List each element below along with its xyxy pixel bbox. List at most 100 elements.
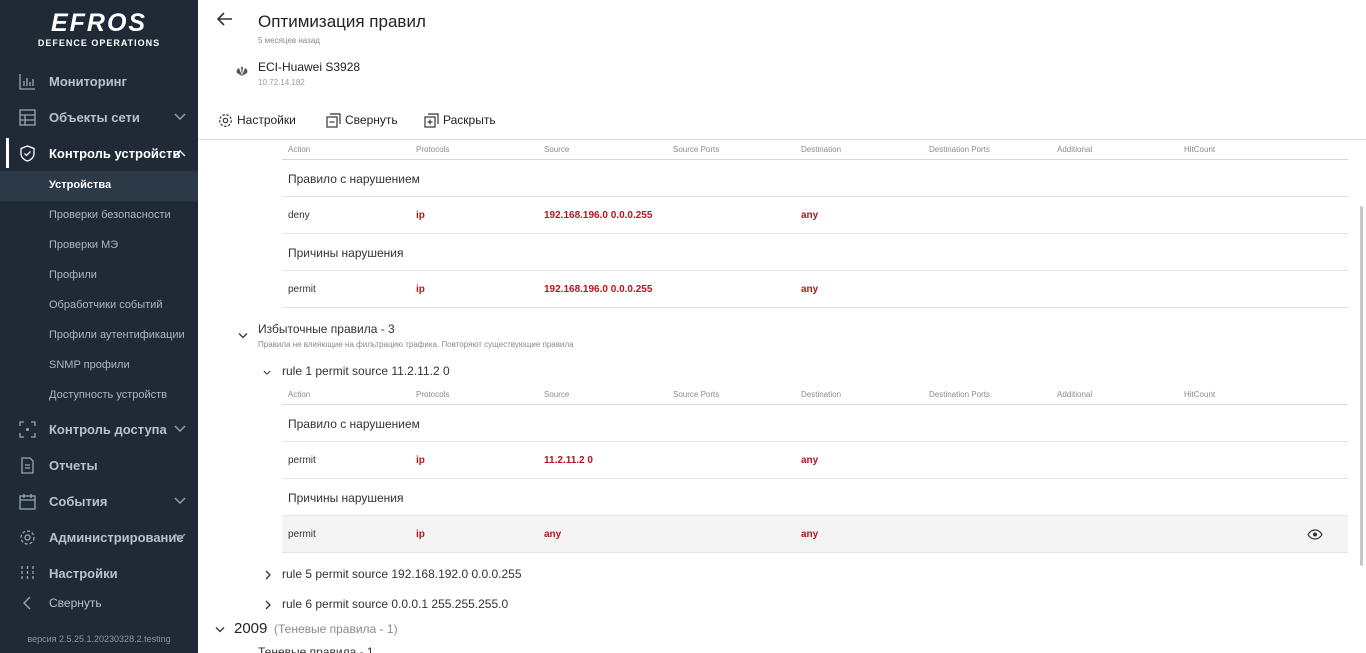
sub-item-auth-profiles[interactable]: Профили аутентификации [0,321,198,351]
cell-destination: any [801,210,819,221]
sub-item-snmp-profiles[interactable]: SNMP профили [0,351,198,381]
device-name: ECI-Huawei S3928 [258,60,361,74]
chevron-left-icon [23,596,31,610]
settings-button[interactable]: Настройки [218,110,296,130]
nav-network-objects[interactable]: Объекты сети [0,102,198,132]
sub-item-device-availability[interactable]: Доступность устройств [0,381,198,411]
device-ip: 10.72.14.182 [258,78,305,87]
table-row[interactable]: permit ip 192.168.196.0 0.0.0.255 any [282,271,1348,308]
logo-main: EFROS [50,9,148,37]
shadow-group-title[interactable]: Теневые правила - 1 [258,645,374,653]
chevron-down-icon [174,113,186,120]
col-action: Action [288,145,311,154]
chevron-down-icon[interactable] [263,368,271,378]
nav-device-control[interactable]: Контроль устройств [0,138,198,168]
year-group-note: (Теневые правила - 1) [274,622,398,636]
sidebar-collapse-button[interactable]: Свернуть [0,592,198,614]
section-reasons-label: Причины нарушения [288,491,404,505]
nav-settings[interactable]: Настройки [0,558,198,588]
logo-sub: DEFENCE OPERATIONS [37,38,161,48]
col-source: Source [544,390,570,399]
access-control-icon [19,421,36,438]
sub-item-label: Доступность устройств [49,389,168,401]
col-additional: Additional [1057,145,1093,154]
calendar-icon [19,494,36,510]
collapse-all-button[interactable]: Свернуть [326,110,398,130]
cell-source: 11.2.11.2 0 [544,455,593,466]
table-row-hovered[interactable]: permit ip any any [282,516,1348,553]
chevron-down-icon[interactable] [215,626,225,634]
col-hitcount: HitCount [1184,145,1216,154]
section-violation-row: Правило с нарушением [282,405,1348,442]
expand-all-button[interactable]: Раскрыть [424,110,496,130]
table-header: Action Protocols Source Source Ports Des… [282,142,1348,160]
nav-label: Администрирование [49,529,184,545]
sub-item-security-checks[interactable]: Проверки безопасности [0,201,198,231]
section-violation-row: Правило с нарушением [282,160,1348,197]
report-icon [21,457,34,474]
sub-item-label: Устройства [49,179,112,191]
sub-item-event-handlers[interactable]: Обработчики событий [0,291,198,321]
section-reasons-row: Причины нарушения [282,234,1348,271]
col-protocols: Protocols [416,145,450,154]
col-destination: Destination [801,145,842,154]
rule-6-title[interactable]: rule 6 permit source 0.0.0.1 255.255.255… [282,597,508,611]
sliders-icon [21,566,34,581]
chevron-right-icon[interactable] [264,570,272,580]
chevron-down-icon[interactable] [238,332,248,340]
col-source-ports: Source Ports [673,390,720,399]
chevron-up-icon [174,150,186,157]
sidebar: EFROS DEFENCE OPERATIONS Мониторинг Объе… [0,0,198,653]
cell-destination: any [801,529,819,540]
collapse-all-icon [326,112,341,128]
content-scrollbar[interactable] [1360,206,1363,566]
expand-all-label: Раскрыть [443,113,496,127]
cell-action: permit [288,284,316,295]
col-destination: Destination [801,390,842,399]
collapse-all-label: Свернуть [345,113,398,127]
sub-item-profiles[interactable]: Профили [0,261,198,291]
cell-destination: any [801,455,819,466]
sub-item-label: Профили аутентификации [49,329,185,341]
nav-events[interactable]: События [0,486,198,516]
sub-item-firewall-checks[interactable]: Проверки МЭ [0,231,198,261]
sub-item-devices[interactable]: Устройства [0,171,198,201]
expand-all-icon [424,112,439,128]
year-group-title[interactable]: 2009 [234,620,267,637]
section-violation-label: Правило с нарушением [288,417,420,431]
redundant-group-title[interactable]: Избыточные правила - 3 [258,322,395,336]
table-row[interactable]: permit ip 11.2.11.2 0 any [282,442,1348,479]
sub-item-label: Профили [49,269,97,281]
nav-monitoring[interactable]: Мониторинг [0,66,198,96]
rule-1-title[interactable]: rule 1 permit source 11.2.11.2 0 [282,364,450,378]
chevron-down-icon [174,425,186,432]
col-source-ports: Source Ports [673,145,720,154]
cell-action: permit [288,455,316,466]
section-violation-label: Правило с нарушением [288,172,420,186]
nav-label: Объекты сети [49,109,140,125]
eye-icon[interactable] [1307,529,1323,540]
col-destination-ports: Destination Ports [929,390,990,399]
version-text: версия 2.5.25.1.20230328.2.testing [27,634,171,644]
sub-item-label: SNMP профили [49,359,130,371]
cell-action: deny [288,210,310,221]
chevron-right-icon[interactable] [264,600,272,610]
back-arrow-icon[interactable] [216,10,234,28]
col-destination-ports: Destination Ports [929,145,990,154]
rule-5-title[interactable]: rule 5 permit source 192.168.192.0 0.0.0… [282,567,522,581]
nav-administration[interactable]: Администрирование [0,522,198,552]
cell-protocol: ip [416,210,425,221]
cell-action: permit [288,529,316,540]
col-hitcount: HitCount [1184,390,1216,399]
gear-icon [20,530,35,545]
settings-label: Настройки [237,113,296,127]
collapse-label: Свернуть [49,596,102,610]
table-row[interactable]: deny ip 192.168.196.0 0.0.0.255 any [282,197,1348,234]
redundant-group-description: Правила не влияющие на фильтрацию трафик… [258,340,574,349]
nav-reports[interactable]: Отчеты [0,450,198,480]
section-reasons-row: Причины нарушения [282,479,1348,516]
nav-label: Контроль устройств [49,145,181,161]
logo[interactable]: EFROS DEFENCE OPERATIONS [28,10,170,48]
nav-access-control[interactable]: Контроль доступа [0,414,198,444]
sub-item-label: Проверки безопасности [49,209,171,221]
